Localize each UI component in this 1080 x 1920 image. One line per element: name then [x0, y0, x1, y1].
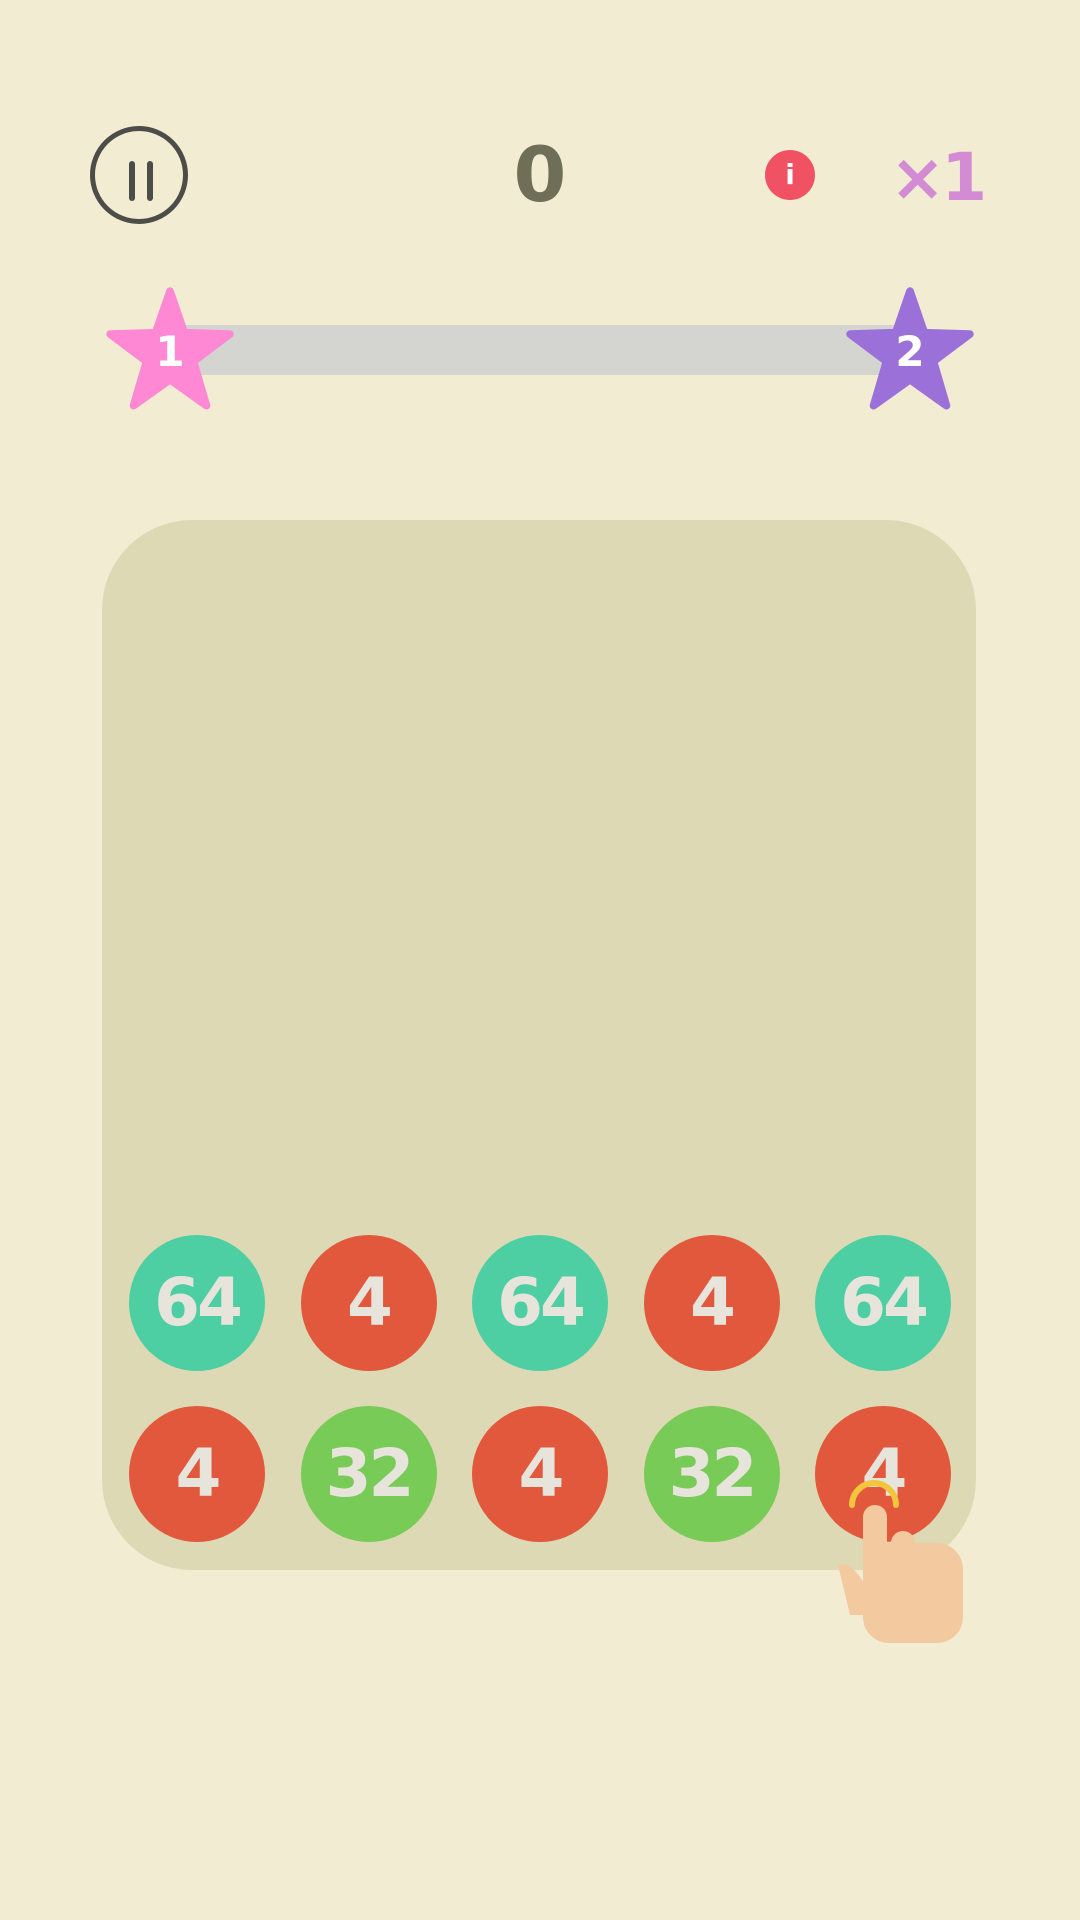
number-ball[interactable]: 32 [643, 1406, 780, 1542]
info-button[interactable]: i [765, 150, 815, 200]
next-level-star: 2 [845, 286, 975, 416]
score-counter: 0 [513, 130, 567, 219]
current-level-number: 1 [155, 327, 185, 376]
score-multiplier: ×1 [890, 139, 987, 216]
next-level-number: 2 [895, 327, 925, 376]
number-ball[interactable]: 64 [129, 1235, 265, 1371]
pause-button[interactable] [90, 126, 188, 224]
number-ball[interactable]: 64 [472, 1235, 608, 1371]
game-board[interactable]: 64 4 64 4 64 4 32 4 32 4 [102, 520, 976, 1570]
number-ball[interactable]: 64 [815, 1235, 951, 1371]
pause-icon [147, 161, 153, 201]
level-progress-bar [168, 325, 912, 375]
pause-icon [129, 161, 135, 201]
number-ball[interactable]: 4 [300, 1235, 437, 1371]
number-ball[interactable]: 4 [643, 1235, 780, 1371]
current-level-star: 1 [105, 286, 235, 416]
number-ball[interactable]: 4 [472, 1406, 608, 1542]
number-ball[interactable]: 32 [300, 1406, 437, 1542]
number-ball[interactable]: 4 [129, 1406, 265, 1542]
pointing-hand-icon [830, 1465, 970, 1655]
